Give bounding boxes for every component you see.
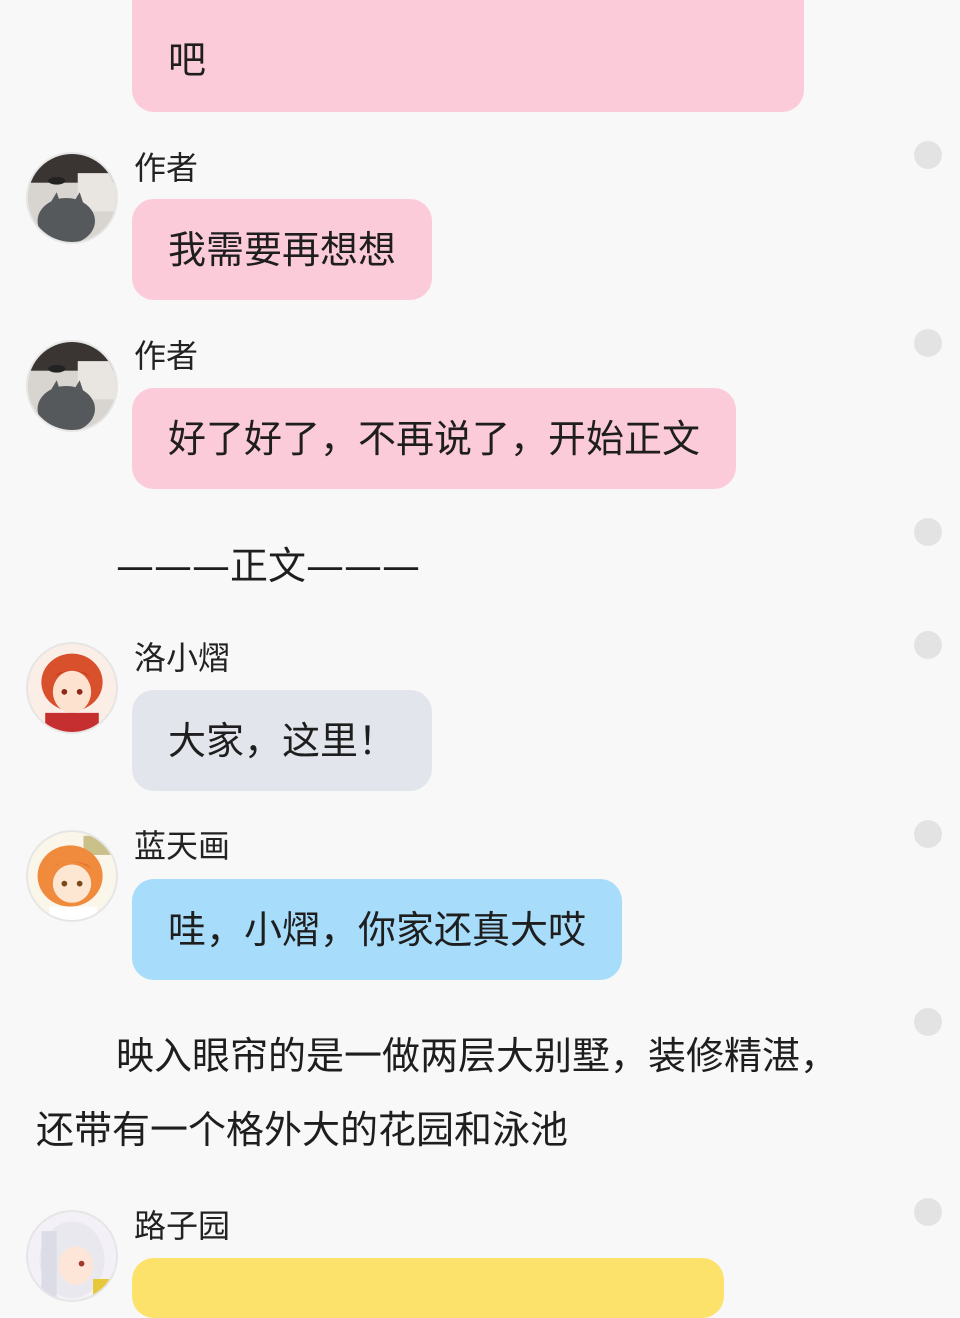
narration-line: 映入眼帘的是一做两层大别墅，装修精湛，	[116, 1034, 839, 1078]
sender-name: 作者	[134, 149, 199, 187]
message-bubble[interactable]: 大家，这里！	[132, 690, 433, 791]
avatar[interactable]	[26, 152, 118, 244]
select-indicator[interactable]	[914, 141, 942, 169]
select-indicator[interactable]	[914, 1198, 942, 1226]
sender-name: 蓝天画	[134, 827, 231, 865]
message-bubble-partial: 吧	[132, 0, 804, 112]
select-indicator[interactable]	[914, 518, 942, 546]
select-indicator[interactable]	[914, 820, 942, 848]
avatar[interactable]	[26, 642, 118, 734]
message-bubble[interactable]	[132, 1258, 724, 1318]
section-divider: ———正文———	[116, 544, 421, 588]
message-text: 大家，这里！	[168, 718, 397, 763]
message-text: 吧	[168, 38, 207, 82]
sender-name: 路子园	[134, 1207, 231, 1245]
sender-name: 洛小熠	[134, 639, 231, 677]
message-bubble[interactable]: 好了好了，不再说了，开始正文	[132, 388, 737, 489]
select-indicator[interactable]	[914, 631, 942, 659]
narration-line: 还带有一个格外大的花园和泳池	[36, 1108, 569, 1152]
message-bubble[interactable]: 哇，小熠，你家还真大哎	[132, 879, 623, 980]
red-hair-avatar-icon	[28, 644, 116, 732]
message-bubble[interactable]: 我需要再想想	[132, 199, 433, 300]
avatar[interactable]	[26, 830, 118, 922]
author-avatar-icon	[28, 154, 116, 242]
white-hair-avatar-icon	[28, 1212, 116, 1300]
sender-name: 作者	[134, 337, 199, 375]
avatar[interactable]	[26, 1210, 118, 1302]
message-text: 哇，小熠，你家还真大哎	[168, 907, 587, 952]
select-indicator[interactable]	[914, 329, 942, 357]
select-indicator[interactable]	[914, 1008, 942, 1036]
avatar[interactable]	[26, 340, 118, 432]
message-text: 好了好了，不再说了，开始正文	[168, 416, 701, 461]
message-text: 我需要再想想	[168, 227, 397, 272]
author-avatar-icon	[28, 342, 116, 430]
orange-hair-avatar-icon	[28, 832, 116, 920]
